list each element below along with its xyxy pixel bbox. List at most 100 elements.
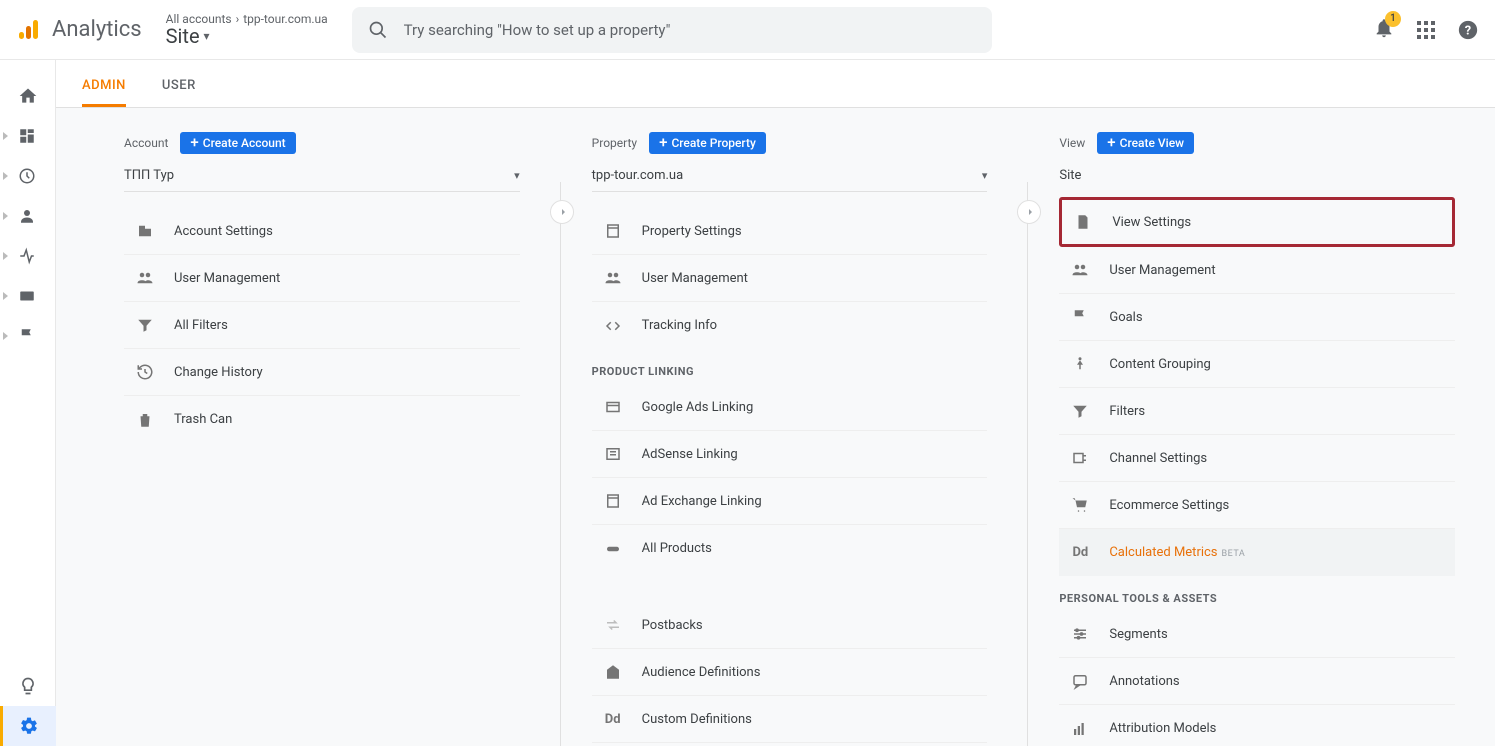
- create-property-button[interactable]: + Create Property: [649, 132, 766, 154]
- account-history-item[interactable]: Change History: [124, 349, 520, 396]
- help-icon[interactable]: ?: [1457, 19, 1479, 41]
- expand-arrow-icon: [3, 132, 8, 140]
- view-selected: Site: [1059, 168, 1081, 183]
- account-label: Account: [124, 136, 168, 150]
- calculated-metrics-item[interactable]: Dd Calculated MetricsBETA: [1059, 529, 1455, 576]
- clock-icon: [18, 167, 36, 185]
- lightbulb-icon: [18, 676, 38, 696]
- property-column: Property + Create Property tpp-tour.com.…: [560, 132, 1028, 746]
- rail-admin[interactable]: [0, 706, 56, 746]
- postback-icon: [602, 616, 624, 634]
- view-label: View: [1059, 136, 1085, 150]
- notification-badge: 1: [1385, 11, 1401, 27]
- adsense-icon: [602, 445, 624, 463]
- view-filters-item[interactable]: Filters: [1059, 388, 1455, 435]
- property-selector[interactable]: tpp-tour.com.ua ▾: [592, 162, 988, 192]
- account-filters-item[interactable]: All Filters: [124, 302, 520, 349]
- transfer-right-icon[interactable]: [550, 200, 574, 224]
- search-box[interactable]: Try searching "How to set up a property": [352, 7, 992, 53]
- ecommerce-settings-item[interactable]: Ecommerce Settings: [1059, 482, 1455, 529]
- property-user-mgmt-item[interactable]: User Management: [592, 255, 988, 302]
- product-linking-label: PRODUCT LINKING: [592, 365, 988, 378]
- apps-grid-icon[interactable]: [1417, 21, 1435, 39]
- segments-icon: [1069, 625, 1091, 643]
- notifications-button[interactable]: 1: [1373, 17, 1395, 43]
- property-settings-item[interactable]: Property Settings: [592, 208, 988, 255]
- filter-icon: [134, 316, 156, 334]
- gear-icon: [19, 716, 39, 736]
- audience-definitions-item[interactable]: Audience Definitions: [592, 649, 988, 696]
- audience-icon: [602, 663, 624, 681]
- logo-area[interactable]: Analytics: [16, 17, 142, 42]
- google-ads-linking-item[interactable]: Google Ads Linking: [592, 384, 988, 431]
- personal-tools-label: PERSONAL TOOLS & ASSETS: [1059, 592, 1455, 605]
- property-tracking-item[interactable]: Tracking Info: [592, 302, 988, 349]
- cart-icon: [1069, 496, 1091, 514]
- all-products-item[interactable]: All Products: [592, 525, 988, 572]
- admin-tabs: ADMIN USER: [56, 60, 1495, 108]
- rail-discover[interactable]: [0, 666, 56, 706]
- rail-realtime[interactable]: [0, 156, 56, 196]
- code-icon: [602, 317, 624, 335]
- view-selector[interactable]: Site: [1059, 162, 1455, 191]
- dd-icon: Dd: [602, 712, 624, 727]
- page-icon: [602, 222, 624, 240]
- channel-settings-item[interactable]: Channel Settings: [1059, 435, 1455, 482]
- attribution-models-item[interactable]: Attribution Models: [1059, 705, 1455, 746]
- content-grouping-item[interactable]: Content Grouping: [1059, 341, 1455, 388]
- rail-audience[interactable]: [0, 196, 56, 236]
- content-area: ADMIN USER Account + Create Account ТП: [56, 60, 1495, 746]
- plus-icon: +: [190, 135, 198, 150]
- trash-icon: [134, 411, 156, 429]
- goals-item[interactable]: Goals: [1059, 294, 1455, 341]
- rail-home[interactable]: [0, 76, 56, 116]
- history-icon: [134, 363, 156, 381]
- analytics-logo-icon: [16, 18, 40, 42]
- search-placeholder: Try searching "How to set up a property": [404, 21, 671, 39]
- annotations-item[interactable]: Annotations: [1059, 658, 1455, 705]
- create-view-label: Create View: [1120, 136, 1184, 150]
- account-trash-item[interactable]: Trash Can: [124, 396, 520, 443]
- rail-customization[interactable]: [0, 116, 56, 156]
- create-property-label: Create Property: [671, 136, 755, 150]
- ad-exchange-linking-item[interactable]: Ad Exchange Linking: [592, 478, 988, 525]
- behavior-icon: [18, 287, 36, 305]
- dd-icon: Dd: [1069, 545, 1091, 560]
- users-icon: [134, 269, 156, 287]
- create-view-button[interactable]: + Create View: [1097, 132, 1194, 154]
- rail-behavior[interactable]: [0, 276, 56, 316]
- bars-icon: [1069, 720, 1091, 738]
- dropdown-arrow-icon: ▾: [982, 169, 988, 182]
- logo-text: Analytics: [52, 17, 142, 42]
- segments-item[interactable]: Segments: [1059, 611, 1455, 658]
- account-selected: ТПП Тур: [124, 168, 174, 183]
- create-account-button[interactable]: + Create Account: [180, 132, 295, 154]
- account-settings-item[interactable]: Account Settings: [124, 208, 520, 255]
- expand-arrow-icon: [3, 212, 8, 220]
- dropdown-arrow-icon: ▾: [514, 169, 520, 182]
- home-icon: [18, 86, 38, 106]
- custom-definitions-item[interactable]: Dd Custom Definitions: [592, 696, 988, 743]
- header-bar: Analytics All accounts › tpp-tour.com.ua…: [0, 0, 1495, 60]
- plus-icon: +: [659, 135, 667, 150]
- expand-arrow-icon: [3, 252, 8, 260]
- annotation-icon: [1069, 672, 1091, 690]
- account-selector[interactable]: ТПП Тур ▾: [124, 162, 520, 192]
- account-user-mgmt-item[interactable]: User Management: [124, 255, 520, 302]
- svg-text:?: ?: [1465, 23, 1471, 38]
- adsense-linking-item[interactable]: AdSense Linking: [592, 431, 988, 478]
- person-icon: [18, 207, 36, 225]
- tab-admin[interactable]: ADMIN: [82, 78, 126, 107]
- breadcrumb[interactable]: All accounts › tpp-tour.com.ua Site ▾: [166, 12, 328, 48]
- ads-icon: [602, 398, 624, 416]
- search-icon: [368, 20, 388, 40]
- view-settings-item[interactable]: View Settings: [1059, 197, 1455, 247]
- flag-icon: [1069, 308, 1091, 326]
- postbacks-item[interactable]: Postbacks: [592, 602, 988, 649]
- rail-acquisition[interactable]: [0, 236, 56, 276]
- link-icon: [602, 540, 624, 558]
- rail-conversions[interactable]: [0, 316, 56, 356]
- view-user-mgmt-item[interactable]: User Management: [1059, 247, 1455, 294]
- left-rail: [0, 60, 56, 746]
- tab-user[interactable]: USER: [162, 78, 196, 107]
